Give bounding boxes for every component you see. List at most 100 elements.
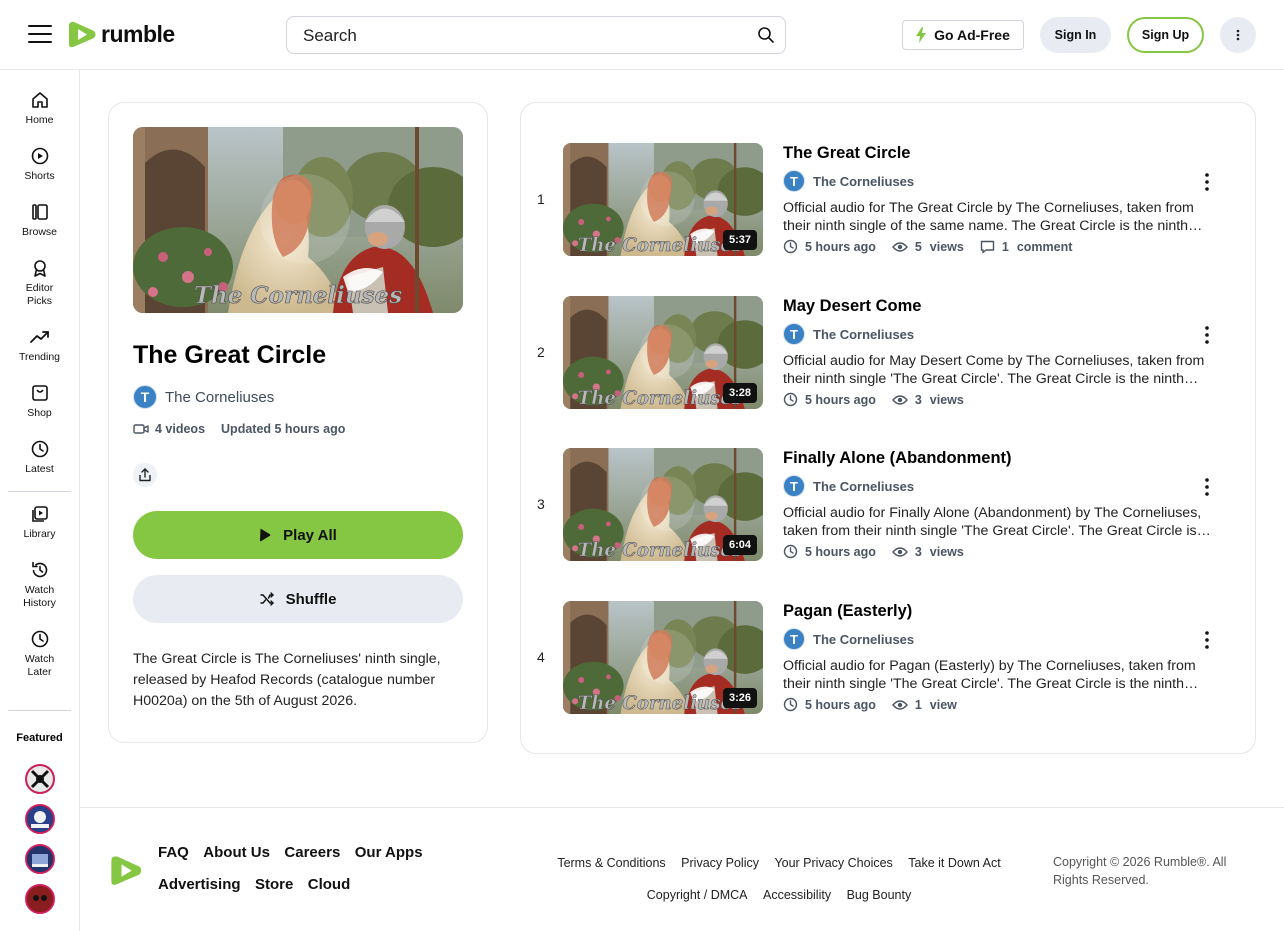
sidebar-item-watch-history[interactable]: Watch History [0,560,79,610]
channel-name[interactable]: The Corneliuses [165,389,274,406]
video-description: Official audio for The Great Circle by T… [783,199,1219,235]
share-icon [139,468,151,482]
sidebar-item-library[interactable]: Library [0,504,79,541]
view-count-number: 3 [914,544,922,559]
share-button[interactable] [133,463,157,487]
sidebar-item-watch-later[interactable]: Watch Later [0,629,79,679]
sign-up-button[interactable]: Sign Up [1127,17,1204,53]
video-thumbnail[interactable]: The Corneliuses 3:26 [563,601,763,714]
footer-link-careers[interactable]: Careers [284,844,340,861]
comment-icon [980,240,995,253]
sidebar-item-shorts[interactable]: Shorts [0,146,79,183]
channel-name[interactable]: The Corneliuses [813,479,914,494]
go-ad-free-button[interactable]: Go Ad-Free [902,20,1024,50]
channel-avatar[interactable]: T [783,628,805,650]
view-count-label: views [929,239,964,254]
logo-text: rumble [101,20,175,47]
playlist-channel[interactable]: T The Corneliuses [133,385,274,409]
video-more-options-icon[interactable] [1201,477,1213,497]
video-more-options-icon[interactable] [1201,172,1213,192]
channel-name[interactable]: The Corneliuses [813,327,914,342]
featured-channel-avatar[interactable] [25,804,55,834]
video-title[interactable]: Pagan (Easterly) [783,602,912,621]
featured-channel-avatar[interactable] [25,764,55,794]
top-header: rumble Go Ad-Free Sign In Sign Up [0,0,1284,70]
playlist-thumbnail[interactable]: The Corneliuses [133,127,463,313]
video-channel[interactable]: T The Corneliuses [783,323,914,345]
clock-icon [783,544,798,559]
video-thumbnail[interactable]: The Corneliuses 3:28 [563,296,763,409]
footer-link-privacy[interactable]: Privacy Policy [681,856,759,870]
playlist-video-row[interactable]: 2 The Corneliuses 3:28 May Desert Come T… [521,296,1255,409]
channel-name[interactable]: The Corneliuses [813,632,914,647]
footer-link-faq[interactable]: FAQ [158,844,189,861]
video-channel[interactable]: T The Corneliuses [783,475,914,497]
sign-in-button[interactable]: Sign In [1040,17,1111,53]
footer-link-about-us[interactable]: About Us [203,844,270,861]
video-channel[interactable]: T The Corneliuses [783,628,914,650]
video-thumbnail[interactable]: The Corneliuses 6:04 [563,448,763,561]
video-description-text: Official audio for Pagan (Easterly) by T… [783,658,1196,692]
search-icon[interactable] [757,26,775,44]
search-input[interactable] [303,25,743,47]
rumble-logo-icon [69,22,96,48]
sidebar-item-home[interactable]: Home [0,90,79,127]
comment-count[interactable]: 1 comment [980,240,1072,254]
video-title[interactable]: The Great Circle [783,144,910,163]
search-box[interactable] [286,16,786,54]
channel-avatar[interactable]: T [133,385,157,409]
shuffle-button[interactable]: Shuffle [133,575,463,623]
footer-link-privacy-choices[interactable]: Your Privacy Choices [774,856,892,870]
featured-heading: Featured [16,732,63,744]
sidebar-label: Library [23,528,56,540]
channel-avatar[interactable]: T [783,170,805,192]
video-more-options-icon[interactable] [1201,325,1213,345]
footer-link-advertising[interactable]: Advertising [158,876,241,893]
history-icon [31,561,47,578]
upload-time: 5 hours ago [783,239,876,254]
footer-link-bug-bounty[interactable]: Bug Bounty [847,888,912,902]
channel-avatar[interactable]: T [783,475,805,497]
footer-link-our-apps[interactable]: Our Apps [355,844,423,861]
sidebar-item-editor-picks[interactable]: Editor Picks [0,258,79,308]
sidebar-label: Trending [18,351,61,363]
sidebar-divider [8,710,71,711]
sidebar-item-shop[interactable]: Shop [0,383,79,420]
home-icon [31,92,48,108]
footer-link-take-it-down[interactable]: Take it Down Act [908,856,1000,870]
sidebar-label: Home [25,114,54,126]
footer-link-accessibility[interactable]: Accessibility [763,888,831,902]
sidebar-item-browse[interactable]: Browse [0,202,79,239]
thumbnail-caption: The Corneliuses [578,388,743,409]
channel-avatar[interactable]: T [783,323,805,345]
playlist-video-row[interactable]: 3 The Corneliuses 6:04 Finally Alone (Ab… [521,448,1255,561]
video-more-options-icon[interactable] [1201,630,1213,650]
view-count-number: 3 [914,392,922,407]
featured-channel-avatar[interactable] [25,844,55,874]
footer-link-terms[interactable]: Terms & Conditions [557,856,665,870]
rumble-logo[interactable]: rumble [66,18,175,50]
more-options-button[interactable] [1220,17,1256,53]
playlist-video-row[interactable]: 1 The Corneliuses 5:37 The Great Circle … [521,143,1255,256]
menu-icon[interactable] [28,25,52,45]
rumble-logo-icon[interactable] [108,852,144,888]
video-title[interactable]: Finally Alone (Abandonment) [783,449,1012,468]
sidebar-item-trending[interactable]: Trending [0,327,79,364]
footer-main-links: FAQ About Us Careers Our Apps Advertisin… [158,844,448,908]
video-duration: 3:28 [722,383,757,403]
playlist-video-row[interactable]: 4 The Corneliuses 3:26 Pagan (Easterly) … [521,601,1255,714]
video-description: Official audio for May Desert Come by Th… [783,352,1219,388]
video-channel[interactable]: T The Corneliuses [783,170,914,192]
featured-channel-avatar[interactable] [25,884,55,914]
footer-link-store[interactable]: Store [255,876,293,893]
video-thumbnail[interactable]: The Corneliuses 5:37 [563,143,763,256]
channel-name[interactable]: The Corneliuses [813,174,914,189]
footer-link-cloud[interactable]: Cloud [308,876,351,893]
video-duration: 5:37 [722,230,757,250]
play-all-button[interactable]: Play All [133,511,463,559]
video-index: 4 [537,649,545,665]
footer-link-copyright-dmca[interactable]: Copyright / DMCA [647,888,748,902]
trending-icon [29,331,49,343]
video-title[interactable]: May Desert Come [783,297,921,316]
sidebar-item-latest[interactable]: Latest [0,439,79,476]
